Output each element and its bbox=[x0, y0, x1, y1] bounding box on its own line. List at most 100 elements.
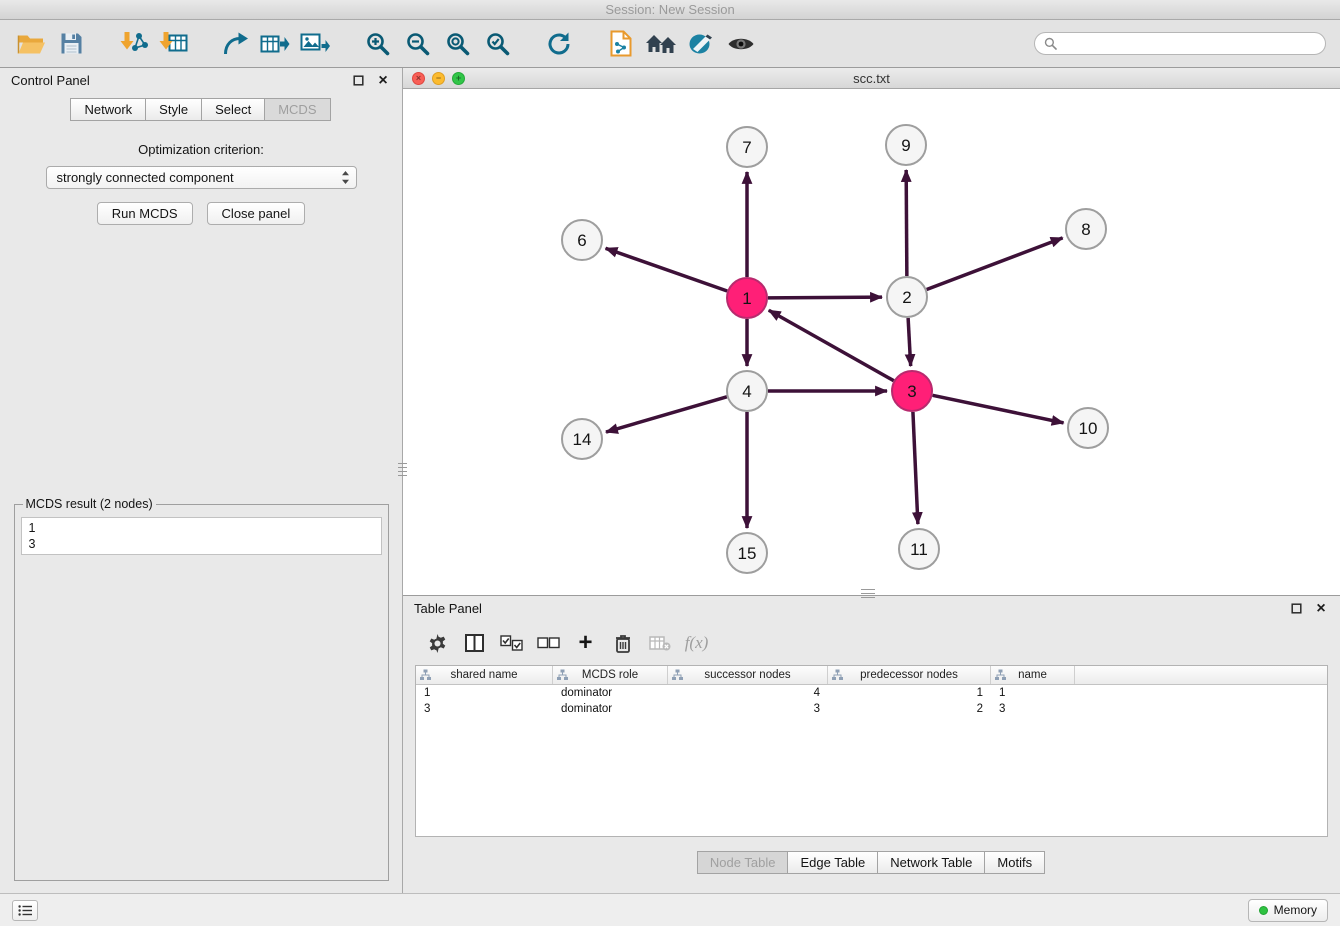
graph-node-8[interactable]: 8 bbox=[1066, 209, 1106, 249]
select-all-columns-button[interactable] bbox=[493, 628, 530, 658]
column-header-successor-nodes[interactable]: successor nodes bbox=[668, 666, 828, 684]
graph-node-9[interactable]: 9 bbox=[886, 125, 926, 165]
column-header-mcds-role[interactable]: MCDS role bbox=[553, 666, 668, 684]
apply-style-button[interactable] bbox=[684, 26, 718, 62]
graph-edge-3-10[interactable] bbox=[933, 395, 1064, 423]
graph-node-7[interactable]: 7 bbox=[727, 127, 767, 167]
float-control-panel-button[interactable] bbox=[350, 73, 366, 89]
zoom-out-button[interactable] bbox=[400, 26, 434, 62]
node-label: 8 bbox=[1081, 220, 1090, 239]
graph-edge-2-9[interactable] bbox=[906, 170, 907, 276]
table-tab-motifs[interactable]: Motifs bbox=[984, 851, 1045, 874]
node-label: 2 bbox=[902, 288, 911, 307]
table-tab-node-table[interactable]: Node Table bbox=[697, 851, 789, 874]
zoom-in-button[interactable] bbox=[360, 26, 394, 62]
network-graph[interactable]: 7 9 6 8 1 2 4 3 14 10 15 11 bbox=[403, 89, 1340, 595]
column-header-name[interactable]: name bbox=[991, 666, 1075, 684]
search-input[interactable] bbox=[1062, 36, 1316, 51]
network-window-title: scc.txt bbox=[403, 71, 1340, 86]
memory-button[interactable]: Memory bbox=[1248, 899, 1328, 922]
content-area: Control Panel × NetworkStyleSelectMCDS O… bbox=[0, 68, 1340, 893]
table-tab-edge-table[interactable]: Edge Table bbox=[787, 851, 878, 874]
table-settings-button[interactable] bbox=[419, 628, 456, 658]
table-panel-title: Table Panel bbox=[414, 601, 482, 616]
graph-edge-2-3[interactable] bbox=[908, 318, 911, 366]
node-label: 1 bbox=[742, 289, 751, 308]
table-cell: 4 bbox=[668, 687, 828, 699]
run-mcds-button[interactable]: Run MCDS bbox=[97, 202, 193, 225]
control-panel-tab-style[interactable]: Style bbox=[145, 98, 202, 121]
graph-edge-3-1[interactable] bbox=[769, 310, 894, 380]
mcds-result-item[interactable]: 1 bbox=[22, 520, 381, 536]
delete-table-button[interactable] bbox=[641, 628, 678, 658]
add-column-button[interactable]: + bbox=[567, 628, 604, 658]
function-builder-button[interactable]: f(x) bbox=[678, 628, 715, 658]
graph-edge-3-11[interactable] bbox=[913, 412, 918, 524]
sort-icon bbox=[420, 669, 431, 681]
zoom-fit-button[interactable] bbox=[440, 26, 474, 62]
graph-edge-4-14[interactable] bbox=[606, 397, 727, 432]
export-image-button[interactable] bbox=[298, 26, 332, 62]
graph-node-1[interactable]: 1 bbox=[727, 278, 767, 318]
export-network-button[interactable] bbox=[218, 26, 252, 62]
save-session-button[interactable] bbox=[54, 26, 88, 62]
mcds-result-item[interactable]: 3 bbox=[22, 536, 381, 552]
graph-node-4[interactable]: 4 bbox=[727, 371, 767, 411]
select-stepper-icon bbox=[341, 170, 350, 185]
import-network-button[interactable] bbox=[116, 26, 150, 62]
network-canvas[interactable]: 7 9 6 8 1 2 4 3 14 10 15 11 bbox=[403, 89, 1340, 595]
graph-node-11[interactable]: 11 bbox=[899, 529, 939, 569]
sort-icon bbox=[995, 669, 1006, 681]
control-panel-tab-mcds[interactable]: MCDS bbox=[264, 98, 330, 121]
import-table-button[interactable] bbox=[156, 26, 190, 62]
graph-node-14[interactable]: 14 bbox=[562, 419, 602, 459]
zoom-selected-button[interactable] bbox=[480, 26, 514, 62]
table-tab-network-table[interactable]: Network Table bbox=[877, 851, 985, 874]
show-columns-button[interactable] bbox=[456, 628, 493, 658]
control-panel-tab-network[interactable]: Network bbox=[70, 98, 146, 121]
vertical-splitter-handle[interactable] bbox=[398, 463, 407, 476]
graph-node-15[interactable]: 15 bbox=[727, 533, 767, 573]
mcds-result-group: MCDS result (2 nodes) 13 bbox=[14, 497, 389, 881]
new-network-selection-button[interactable] bbox=[604, 26, 638, 62]
table-cell: 1 bbox=[828, 687, 991, 699]
table-row[interactable]: 1dominator411 bbox=[416, 685, 1327, 701]
deselect-all-columns-button[interactable] bbox=[530, 628, 567, 658]
close-panel-button[interactable]: Close panel bbox=[207, 202, 306, 225]
close-control-panel-button[interactable]: × bbox=[375, 73, 391, 89]
close-table-panel-button[interactable]: × bbox=[1313, 601, 1329, 617]
graph-edge-2-8[interactable] bbox=[927, 238, 1063, 290]
first-neighbors-button[interactable] bbox=[644, 26, 678, 62]
export-table-button[interactable] bbox=[258, 26, 292, 62]
graph-node-10[interactable]: 10 bbox=[1068, 408, 1108, 448]
show-details-button[interactable] bbox=[724, 26, 758, 62]
table-row[interactable]: 3dominator323 bbox=[416, 701, 1327, 717]
memory-label: Memory bbox=[1274, 903, 1317, 917]
float-window-icon bbox=[1291, 603, 1302, 614]
table-body: 1dominator4113dominator323 bbox=[416, 685, 1327, 717]
graph-edge-1-6[interactable] bbox=[606, 248, 728, 291]
graph-node-2[interactable]: 2 bbox=[887, 277, 927, 317]
style-icon bbox=[688, 32, 714, 56]
horizontal-splitter-handle[interactable] bbox=[861, 589, 875, 598]
control-panel-tab-select[interactable]: Select bbox=[201, 98, 265, 121]
plus-icon: + bbox=[578, 631, 592, 655]
delete-column-button[interactable] bbox=[604, 628, 641, 658]
table-tabs: Node TableEdge TableNetwork TableMotifs bbox=[403, 851, 1340, 874]
main-toolbar bbox=[0, 20, 1340, 68]
open-session-button[interactable] bbox=[14, 26, 48, 62]
zoom-window-button[interactable]: + bbox=[452, 72, 465, 85]
close-window-button[interactable]: × bbox=[412, 72, 425, 85]
column-header-predecessor-nodes[interactable]: predecessor nodes bbox=[828, 666, 991, 684]
minimize-window-button[interactable]: − bbox=[432, 72, 445, 85]
console-button[interactable] bbox=[12, 900, 38, 921]
graph-edge-1-2[interactable] bbox=[768, 297, 882, 298]
apply-layout-button[interactable] bbox=[542, 26, 576, 62]
column-header-shared-name[interactable]: shared name bbox=[416, 666, 553, 684]
float-table-panel-button[interactable] bbox=[1288, 601, 1304, 617]
graph-node-6[interactable]: 6 bbox=[562, 220, 602, 260]
graph-node-3[interactable]: 3 bbox=[892, 371, 932, 411]
fx-icon: f(x) bbox=[685, 633, 709, 653]
optimization-criterion-select[interactable]: strongly connected component bbox=[46, 166, 357, 189]
table-header-row: shared nameMCDS rolesuccessor nodesprede… bbox=[416, 666, 1327, 685]
